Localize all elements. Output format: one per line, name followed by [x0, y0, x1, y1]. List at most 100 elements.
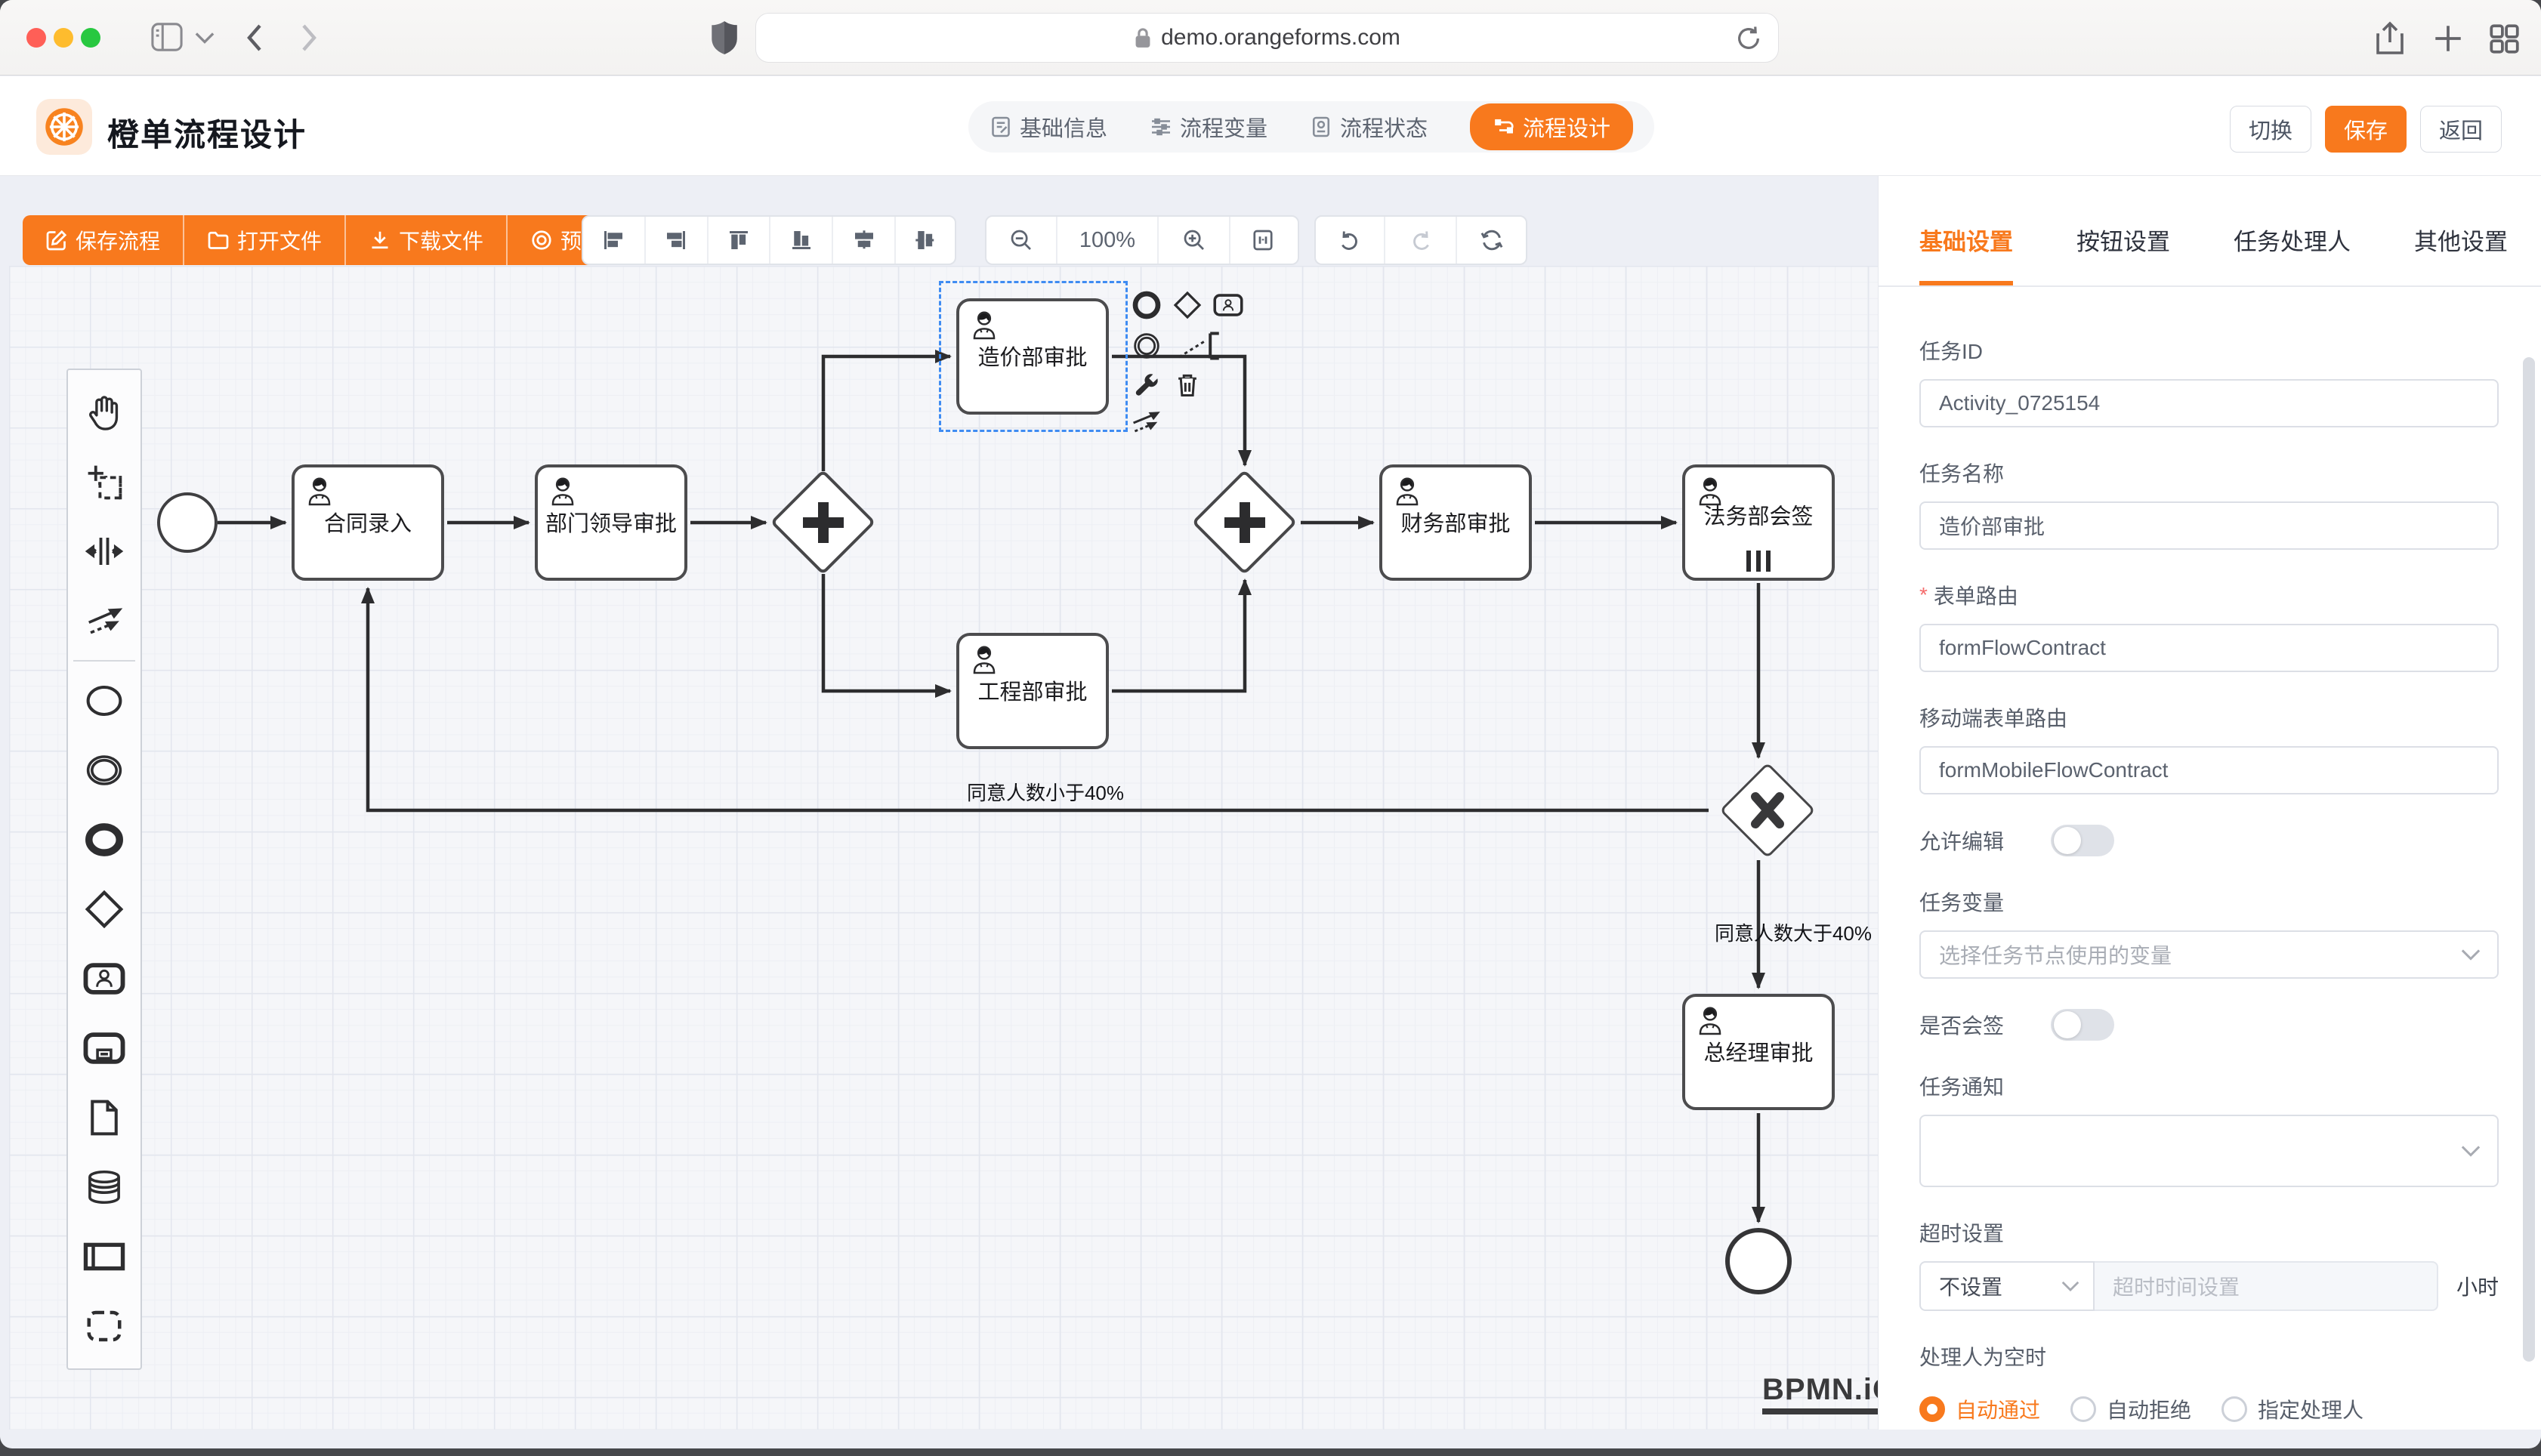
task-variable-select[interactable]: 选择任务节点使用的变量: [1919, 930, 2499, 979]
tab-basic-info[interactable]: 基础信息: [990, 111, 1107, 143]
close-window-button[interactable]: [26, 28, 46, 48]
bpmn-io-watermark[interactable]: BPMN.iO: [1762, 1373, 1897, 1414]
redo-button[interactable]: [1385, 217, 1457, 264]
task-notify-select[interactable]: [1919, 1115, 2499, 1187]
timeout-select[interactable]: 不设置: [1919, 1261, 2095, 1311]
task-contract-entry[interactable]: 合同录入: [292, 464, 444, 581]
task-cost-dept-approval[interactable]: 造价部审批: [956, 298, 1109, 415]
reset-button[interactable]: [1457, 217, 1526, 264]
timeout-value-field[interactable]: 超时时间设置: [2095, 1261, 2438, 1311]
append-user-task-icon[interactable]: [1212, 288, 1245, 322]
chevron-down-icon[interactable]: [195, 32, 215, 44]
append-gateway-icon[interactable]: [1171, 288, 1204, 322]
user-icon: [1693, 1003, 1727, 1038]
task-name-field[interactable]: 造价部审批: [1919, 501, 2499, 550]
app-header: 橙单流程设计 基础信息 流程变量 流程状态 流程设计 切换 保存 返回: [0, 76, 2541, 176]
user-icon: [545, 474, 580, 508]
address-bar[interactable]: demo.orangeforms.com: [755, 13, 1779, 63]
zoom-out-button[interactable]: [986, 217, 1057, 264]
preview-icon: [530, 229, 553, 251]
back-to-list-button[interactable]: 返回: [2420, 106, 2502, 153]
tab-flow-design[interactable]: 流程设计: [1470, 103, 1633, 150]
connect-tool-icon[interactable]: [1130, 406, 1163, 440]
task-dept-leader-approval[interactable]: 部门领导审批: [535, 464, 687, 581]
empty-handler-label: 处理人为空时: [1919, 1341, 2499, 1371]
browser-window: demo.orangeforms.com 橙单流程设计 基础信息: [0, 0, 2541, 1448]
save-flow-button[interactable]: 保存流程: [23, 215, 184, 265]
task-label: 工程部审批: [959, 674, 1106, 706]
file-toolbar: 保存流程 打开文件 下载文件 预览: [23, 215, 625, 265]
align-center-vertical-button[interactable]: [896, 217, 955, 264]
back-button[interactable]: [240, 21, 270, 54]
button-label: 保存流程: [76, 225, 160, 255]
history-toolbar: [1314, 215, 1527, 265]
end-event[interactable]: [1725, 1228, 1792, 1294]
tab-button-settings[interactable]: 按钮设置: [2076, 223, 2170, 285]
task-engineering-dept-approval[interactable]: 工程部审批: [956, 633, 1109, 749]
chevron-down-icon: [2461, 949, 2481, 961]
switch-button[interactable]: 切换: [2230, 106, 2311, 153]
zoom-in-button[interactable]: [1159, 217, 1230, 264]
undo-button[interactable]: [1316, 217, 1385, 264]
zoom-fit-button[interactable]: [1230, 217, 1295, 264]
align-left-button[interactable]: [583, 217, 646, 264]
task-notify-label: 任务通知: [1919, 1071, 2499, 1101]
privacy-shield-icon[interactable]: [709, 20, 740, 56]
open-file-button[interactable]: 打开文件: [184, 215, 346, 265]
append-end-event-icon[interactable]: [1130, 288, 1163, 322]
mobile-form-route-field[interactable]: formMobileFlowContract: [1919, 746, 2499, 794]
tab-label: 基础信息: [1020, 111, 1107, 143]
edge-label-lt40[interactable]: 同意人数小于40%: [967, 778, 1124, 806]
countersign-toggle[interactable]: [2051, 1009, 2114, 1041]
tab-flow-status[interactable]: 流程状态: [1310, 111, 1428, 143]
minimize-window-button[interactable]: [54, 28, 73, 48]
mobile-form-route-label: 移动端表单路由: [1919, 702, 2499, 733]
align-center-horizontal-button[interactable]: [833, 217, 896, 264]
align-top-button[interactable]: [709, 217, 771, 264]
trash-icon[interactable]: [1171, 369, 1204, 402]
task-general-manager-approval[interactable]: 总经理审批: [1682, 994, 1835, 1110]
task-legal-dept-countersign[interactable]: 法务部会签: [1682, 464, 1835, 581]
zoom-window-button[interactable]: [81, 28, 100, 48]
panel-scrollbar[interactable]: [2523, 357, 2535, 1362]
empty-handler-radio-group: 自动通过 自动拒绝 指定处理人: [1919, 1394, 2499, 1424]
tab-flow-variables[interactable]: 流程变量: [1150, 111, 1267, 143]
allow-edit-label: 允许编辑: [1919, 825, 2004, 856]
align-bottom-button[interactable]: [770, 217, 833, 264]
edge-label-gt40[interactable]: 同意人数大于40%: [1715, 918, 1872, 946]
radio-icon: [2070, 1396, 2096, 1422]
bpmn-canvas[interactable]: 合同录入 部门领导审批 造价部审批 工程部审批 财务部审批 法务部会签 总经理审…: [9, 266, 1878, 1430]
refresh-icon[interactable]: [1734, 24, 1763, 53]
forward-button[interactable]: [293, 21, 323, 54]
append-intermediate-event-icon[interactable]: [1130, 329, 1163, 362]
task-id-field[interactable]: Activity_0725154: [1919, 379, 2499, 427]
save-button[interactable]: 保存: [2325, 106, 2407, 153]
timeout-unit-label: 小时: [2456, 1271, 2499, 1301]
flow-design-icon: [1493, 116, 1515, 138]
multi-instance-marker: [1746, 551, 1771, 572]
align-right-button[interactable]: [646, 217, 709, 264]
tab-other-settings[interactable]: 其他设置: [2414, 223, 2508, 285]
zoom-level[interactable]: 100%: [1057, 217, 1159, 264]
append-text-annotation-icon[interactable]: [1171, 329, 1230, 362]
tab-basic-settings[interactable]: 基础设置: [1919, 223, 2013, 285]
start-event[interactable]: [157, 492, 218, 553]
button-label: 下载文件: [399, 225, 483, 255]
task-id-label: 任务ID: [1919, 335, 2499, 366]
wrench-icon[interactable]: [1130, 369, 1163, 402]
download-file-button[interactable]: 下载文件: [346, 215, 508, 265]
tab-overview-icon[interactable]: [2487, 21, 2521, 56]
form-route-field[interactable]: formFlowContract: [1919, 624, 2499, 672]
task-finance-dept-approval[interactable]: 财务部审批: [1379, 464, 1532, 581]
tab-task-assignee[interactable]: 任务处理人: [2234, 223, 2351, 285]
radio-auto-approve[interactable]: 自动通过: [1919, 1394, 2040, 1424]
lock-icon: [1134, 26, 1152, 50]
radio-auto-reject[interactable]: 自动拒绝: [2070, 1394, 2191, 1424]
radio-assign-handler[interactable]: 指定处理人: [2221, 1394, 2363, 1424]
user-icon: [302, 474, 337, 508]
allow-edit-toggle[interactable]: [2051, 825, 2114, 856]
share-icon[interactable]: [2373, 21, 2407, 57]
panel-tabs: 基础设置 按钮设置 任务处理人 其他设置: [1879, 176, 2541, 285]
new-tab-icon[interactable]: [2431, 21, 2465, 56]
sidebar-icon[interactable]: [150, 21, 184, 53]
